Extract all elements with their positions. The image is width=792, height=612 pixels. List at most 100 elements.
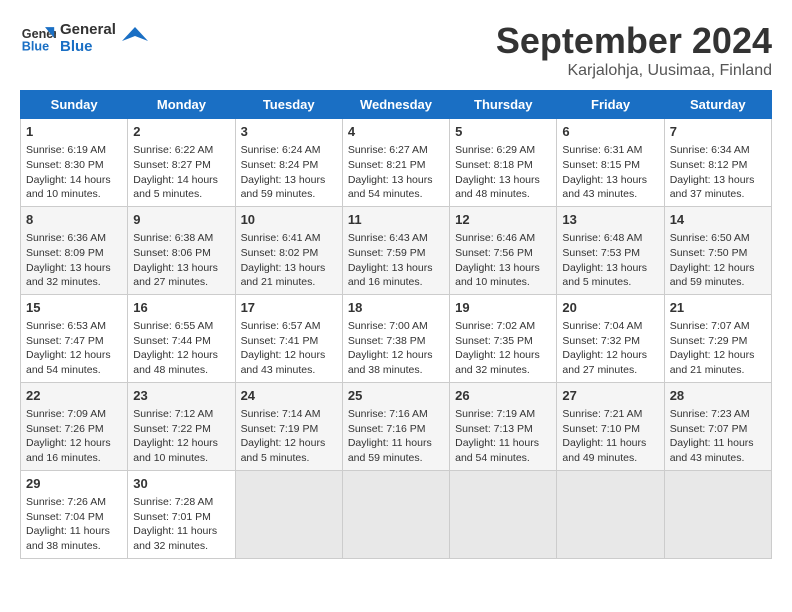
day-cell-22: 22 Sunrise: 7:09 AMSunset: 7:26 PMDayligh…	[21, 382, 128, 470]
day-number: 19	[455, 299, 551, 317]
logo: General Blue General Blue	[20, 20, 150, 56]
day-number: 1	[26, 123, 122, 141]
day-info: Sunrise: 7:04 AMSunset: 7:32 PMDaylight:…	[562, 319, 658, 378]
day-number: 12	[455, 211, 551, 229]
svg-text:Blue: Blue	[22, 40, 49, 54]
day-number: 3	[241, 123, 337, 141]
day-info: Sunrise: 7:23 AMSunset: 7:07 PMDaylight:…	[670, 407, 766, 466]
location: Karjalohja, Uusimaa, Finland	[496, 62, 772, 80]
weekday-header-sunday: Sunday	[21, 91, 128, 119]
day-number: 7	[670, 123, 766, 141]
day-number: 17	[241, 299, 337, 317]
title-area: September 2024 Karjalohja, Uusimaa, Finl…	[496, 20, 772, 80]
day-info: Sunrise: 6:24 AMSunset: 8:24 PMDaylight:…	[241, 143, 337, 202]
day-cell-7: 7 Sunrise: 6:34 AMSunset: 8:12 PMDaylight…	[664, 119, 771, 207]
day-number: 24	[241, 387, 337, 405]
day-cell-27: 27 Sunrise: 7:21 AMSunset: 7:10 PMDayligh…	[557, 382, 664, 470]
day-info: Sunrise: 6:27 AMSunset: 8:21 PMDaylight:…	[348, 143, 444, 202]
day-number: 5	[455, 123, 551, 141]
day-number: 8	[26, 211, 122, 229]
weekday-header-monday: Monday	[128, 91, 235, 119]
weekday-header-saturday: Saturday	[664, 91, 771, 119]
day-info: Sunrise: 6:41 AMSunset: 8:02 PMDaylight:…	[241, 231, 337, 290]
day-number: 29	[26, 475, 122, 493]
week-row-4: 22 Sunrise: 7:09 AMSunset: 7:26 PMDayligh…	[21, 382, 772, 470]
logo-blue: Blue	[60, 38, 116, 55]
empty-cell	[450, 470, 557, 558]
day-cell-13: 13 Sunrise: 6:48 AMSunset: 7:53 PMDayligh…	[557, 206, 664, 294]
weekday-header-friday: Friday	[557, 91, 664, 119]
day-info: Sunrise: 6:48 AMSunset: 7:53 PMDaylight:…	[562, 231, 658, 290]
weekday-header-row: SundayMondayTuesdayWednesdayThursdayFrid…	[21, 91, 772, 119]
day-info: Sunrise: 6:19 AMSunset: 8:30 PMDaylight:…	[26, 143, 122, 202]
weekday-header-wednesday: Wednesday	[342, 91, 449, 119]
day-cell-19: 19 Sunrise: 7:02 AMSunset: 7:35 PMDayligh…	[450, 294, 557, 382]
day-cell-1: 1 Sunrise: 6:19 AMSunset: 8:30 PMDaylight…	[21, 119, 128, 207]
day-cell-14: 14 Sunrise: 6:50 AMSunset: 7:50 PMDayligh…	[664, 206, 771, 294]
day-info: Sunrise: 6:53 AMSunset: 7:47 PMDaylight:…	[26, 319, 122, 378]
week-row-2: 8 Sunrise: 6:36 AMSunset: 8:09 PMDaylight…	[21, 206, 772, 294]
day-cell-28: 28 Sunrise: 7:23 AMSunset: 7:07 PMDayligh…	[664, 382, 771, 470]
day-number: 21	[670, 299, 766, 317]
day-number: 15	[26, 299, 122, 317]
day-number: 28	[670, 387, 766, 405]
weekday-header-tuesday: Tuesday	[235, 91, 342, 119]
day-info: Sunrise: 7:00 AMSunset: 7:38 PMDaylight:…	[348, 319, 444, 378]
day-info: Sunrise: 6:36 AMSunset: 8:09 PMDaylight:…	[26, 231, 122, 290]
day-info: Sunrise: 7:21 AMSunset: 7:10 PMDaylight:…	[562, 407, 658, 466]
day-number: 16	[133, 299, 229, 317]
day-number: 13	[562, 211, 658, 229]
logo-bird-icon	[120, 23, 150, 53]
week-row-5: 29 Sunrise: 7:26 AMSunset: 7:04 PMDayligh…	[21, 470, 772, 558]
day-cell-24: 24Sunrise: 7:14 AMSunset: 7:19 PMDayligh…	[235, 382, 342, 470]
day-cell-11: 11Sunrise: 6:43 AMSunset: 7:59 PMDayligh…	[342, 206, 449, 294]
week-row-1: 1 Sunrise: 6:19 AMSunset: 8:30 PMDaylight…	[21, 119, 772, 207]
day-cell-30: 30Sunrise: 7:28 AMSunset: 7:01 PMDayligh…	[128, 470, 235, 558]
day-number: 9	[133, 211, 229, 229]
day-info: Sunrise: 7:07 AMSunset: 7:29 PMDaylight:…	[670, 319, 766, 378]
day-cell-3: 3 Sunrise: 6:24 AMSunset: 8:24 PMDaylight…	[235, 119, 342, 207]
day-cell-8: 8 Sunrise: 6:36 AMSunset: 8:09 PMDaylight…	[21, 206, 128, 294]
day-number: 14	[670, 211, 766, 229]
day-info: Sunrise: 7:16 AMSunset: 7:16 PMDaylight:…	[348, 407, 444, 466]
day-info: Sunrise: 6:55 AMSunset: 7:44 PMDaylight:…	[133, 319, 229, 378]
day-number: 27	[562, 387, 658, 405]
day-number: 2	[133, 123, 229, 141]
day-cell-29: 29 Sunrise: 7:26 AMSunset: 7:04 PMDayligh…	[21, 470, 128, 558]
day-cell-18: 18Sunrise: 7:00 AMSunset: 7:38 PMDayligh…	[342, 294, 449, 382]
empty-cell	[557, 470, 664, 558]
logo-general: General	[60, 21, 116, 38]
day-info: Sunrise: 7:26 AMSunset: 7:04 PMDaylight:…	[26, 495, 122, 554]
day-cell-4: 4Sunrise: 6:27 AMSunset: 8:21 PMDaylight…	[342, 119, 449, 207]
day-info: Sunrise: 6:34 AMSunset: 8:12 PMDaylight:…	[670, 143, 766, 202]
day-number: 30	[133, 475, 229, 493]
day-info: Sunrise: 7:19 AMSunset: 7:13 PMDaylight:…	[455, 407, 551, 466]
day-info: Sunrise: 6:43 AMSunset: 7:59 PMDaylight:…	[348, 231, 444, 290]
day-info: Sunrise: 7:02 AMSunset: 7:35 PMDaylight:…	[455, 319, 551, 378]
day-cell-17: 17 Sunrise: 6:57 AMSunset: 7:41 PMDayligh…	[235, 294, 342, 382]
day-info: Sunrise: 6:29 AMSunset: 8:18 PMDaylight:…	[455, 143, 551, 202]
day-cell-16: 16 Sunrise: 6:55 AMSunset: 7:44 PMDayligh…	[128, 294, 235, 382]
logo-icon: General Blue	[20, 20, 56, 56]
day-info: Sunrise: 7:12 AMSunset: 7:22 PMDaylight:…	[133, 407, 229, 466]
empty-cell	[235, 470, 342, 558]
day-number: 26	[455, 387, 551, 405]
day-info: Sunrise: 6:57 AMSunset: 7:41 PMDaylight:…	[241, 319, 337, 378]
day-cell-10: 10 Sunrise: 6:41 AMSunset: 8:02 PMDayligh…	[235, 206, 342, 294]
week-row-3: 15 Sunrise: 6:53 AMSunset: 7:47 PMDayligh…	[21, 294, 772, 382]
day-number: 20	[562, 299, 658, 317]
day-number: 6	[562, 123, 658, 141]
day-number: 22	[26, 387, 122, 405]
day-info: Sunrise: 6:38 AMSunset: 8:06 PMDaylight:…	[133, 231, 229, 290]
day-cell-6: 6 Sunrise: 6:31 AMSunset: 8:15 PMDaylight…	[557, 119, 664, 207]
day-cell-2: 2Sunrise: 6:22 AMSunset: 8:27 PMDaylight…	[128, 119, 235, 207]
day-number: 10	[241, 211, 337, 229]
day-cell-15: 15 Sunrise: 6:53 AMSunset: 7:47 PMDayligh…	[21, 294, 128, 382]
day-info: Sunrise: 6:31 AMSunset: 8:15 PMDaylight:…	[562, 143, 658, 202]
weekday-header-thursday: Thursday	[450, 91, 557, 119]
page-header: General Blue General Blue September 2024…	[20, 20, 772, 80]
day-cell-23: 23Sunrise: 7:12 AMSunset: 7:22 PMDayligh…	[128, 382, 235, 470]
day-info: Sunrise: 6:50 AMSunset: 7:50 PMDaylight:…	[670, 231, 766, 290]
day-cell-20: 20 Sunrise: 7:04 AMSunset: 7:32 PMDayligh…	[557, 294, 664, 382]
day-info: Sunrise: 7:09 AMSunset: 7:26 PMDaylight:…	[26, 407, 122, 466]
